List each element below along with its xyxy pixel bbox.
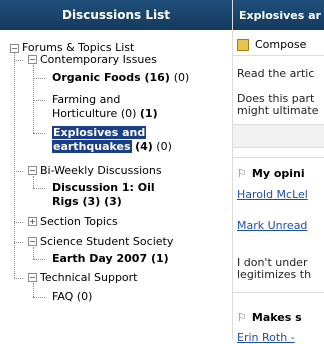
topic-organic-foods[interactable]: Organic Foods (16) (0) — [52, 71, 189, 85]
topic-name-line1: Farming and — [52, 93, 121, 106]
tree-line — [14, 60, 23, 61]
discussion-detail-panel: Explosives ar Compose Read the artic Doe… — [233, 0, 324, 344]
tree-group-biweekly-discussions[interactable]: Bi-Weekly Discussions — [40, 164, 162, 178]
topic-new-count: (3) — [104, 195, 122, 208]
topic-name-line1: Discussion 1: Oil — [52, 181, 155, 194]
collapse-science-society-toggle[interactable]: − — [28, 237, 37, 246]
tree-line — [33, 297, 45, 298]
discussion-intro-text: Read the artic — [237, 67, 315, 80]
author-link[interactable]: Mark Unread — [237, 219, 307, 232]
group-label: Contemporary Issues — [40, 53, 157, 66]
tree-line — [14, 242, 23, 243]
tree-line — [33, 188, 45, 189]
divider — [233, 292, 324, 293]
collapse-contemporary-toggle[interactable]: − — [28, 55, 37, 64]
topic-name: Organic Foods — [52, 71, 141, 84]
tree-line-technical — [33, 283, 34, 297]
topic-name-line1: Explosives and — [52, 126, 147, 139]
collapse-root-toggle[interactable]: − — [10, 44, 19, 53]
post-body-line2: legitimizes th — [237, 268, 312, 281]
topic-name: FAQ — [52, 290, 74, 303]
tree-line-root — [14, 53, 15, 278]
topic-count: (3) — [82, 195, 101, 208]
post-title-text: My opini — [251, 167, 305, 180]
tree-line — [33, 133, 45, 134]
topic-earth-day-2007[interactable]: Earth Day 2007 (1) — [52, 252, 169, 266]
tree-group-contemporary-issues[interactable]: Contemporary Issues — [40, 53, 157, 67]
discussion-header: Explosives ar — [233, 0, 324, 30]
topic-name-line2: earthquakes — [52, 140, 132, 153]
tree-line — [14, 278, 23, 279]
discussions-list-panel: Discussions List − Forums & Topics List … — [0, 0, 233, 339]
topic-faq[interactable]: FAQ (0) — [52, 290, 92, 304]
discussion-title: Explosives ar — [239, 8, 321, 22]
topic-name: Earth Day 2007 — [52, 252, 148, 265]
group-label: Bi-Weekly Discussions — [40, 164, 162, 177]
divider — [233, 157, 324, 158]
tree-line-science — [33, 247, 34, 259]
tree-line — [33, 78, 45, 79]
post-title-my-opinion[interactable]: ⚐ My opini — [237, 167, 305, 180]
discussion-question-line2: might ultimate — [237, 104, 319, 117]
discussions-list-header: Discussions List — [0, 0, 232, 30]
tree-line — [33, 259, 45, 260]
tree-line — [14, 222, 23, 223]
tree-line — [33, 100, 45, 101]
tree-line-biweekly — [33, 176, 34, 188]
tree-group-science-student-society[interactable]: Science Student Society — [40, 235, 173, 249]
topic-name-line2: Horticulture — [52, 107, 118, 120]
tree-line-contemporary — [33, 65, 34, 133]
compose-icon — [237, 38, 249, 51]
author-link[interactable]: Harold McLel — [237, 188, 308, 201]
compose-button[interactable]: Compose — [233, 34, 324, 56]
author-link[interactable]: Erin Roth - — [237, 331, 295, 344]
tree-line — [14, 171, 23, 172]
group-label: Section Topics — [40, 215, 118, 228]
topic-farming-horticulture[interactable]: Farming and Horticulture (0) (1) — [52, 93, 158, 121]
separator-band — [233, 124, 324, 148]
topic-count: (4) — [135, 140, 153, 153]
topic-new-count: (1) — [139, 107, 158, 120]
topic-count: (16) — [144, 71, 170, 84]
topic-new-count: (0) — [173, 71, 190, 84]
tree-group-technical-support[interactable]: Technical Support — [40, 271, 138, 285]
tree-group-section-topics[interactable]: Section Topics — [40, 215, 118, 229]
collapse-technical-support-toggle[interactable]: − — [28, 273, 37, 282]
expand-section-topics-toggle[interactable]: + — [28, 217, 37, 226]
flag-icon: ⚐ — [237, 311, 247, 324]
flag-icon: ⚐ — [237, 167, 247, 180]
post-title-text: Makes s — [251, 311, 302, 324]
collapse-biweekly-toggle[interactable]: − — [28, 166, 37, 175]
topic-count: (0) — [76, 290, 93, 303]
group-label: Technical Support — [40, 271, 138, 284]
discussions-list-title: Discussions List — [61, 8, 171, 22]
compose-label: Compose — [255, 38, 307, 51]
topic-count: (0) — [120, 107, 137, 120]
topic-name-line2: Rigs — [52, 195, 79, 208]
topic-count: (1) — [150, 252, 169, 265]
topic-explosives-earthquakes[interactable]: Explosives and earthquakes (4) (0) — [52, 126, 172, 154]
post-title-makes-sense[interactable]: ⚐ Makes s — [237, 311, 302, 324]
group-label: Science Student Society — [40, 235, 174, 248]
topic-new-count: (0) — [156, 140, 172, 153]
topic-discussion-1-oil-rigs[interactable]: Discussion 1: Oil Rigs (3) (3) — [52, 181, 155, 209]
